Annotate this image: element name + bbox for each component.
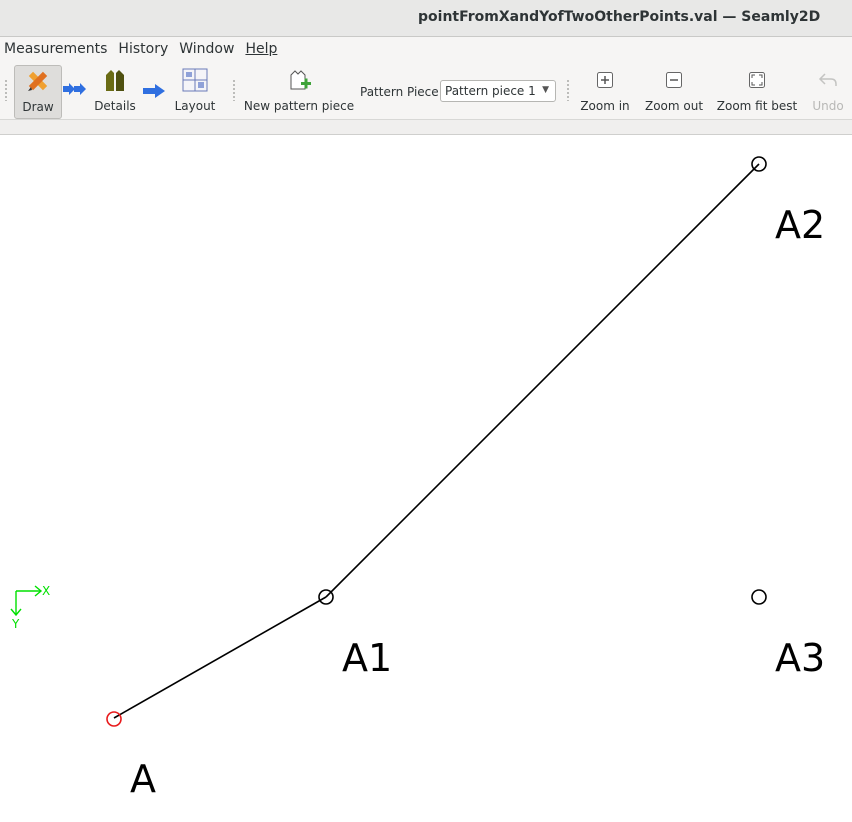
pencil-ruler-icon bbox=[25, 66, 51, 96]
point-label-a2[interactable]: A2 bbox=[775, 203, 825, 247]
chevron-down-icon: ▼ bbox=[542, 85, 549, 95]
undo-icon bbox=[817, 65, 839, 95]
zoom-fit-best-button[interactable]: Zoom fit best bbox=[716, 65, 798, 117]
double-arrow-icon bbox=[63, 81, 87, 100]
point-label-a3[interactable]: A3 bbox=[775, 636, 825, 680]
toolbar-handle[interactable] bbox=[232, 79, 236, 101]
menu-history[interactable]: History bbox=[114, 41, 175, 57]
details-label: Details bbox=[94, 99, 136, 113]
menu-window[interactable]: Window bbox=[175, 41, 241, 57]
zoom-fit-best-label: Zoom fit best bbox=[716, 99, 798, 113]
pattern-piece-select[interactable]: Pattern piece 1 ▼ bbox=[440, 80, 556, 102]
draw-button[interactable]: Draw bbox=[14, 65, 62, 119]
line-a-a1[interactable] bbox=[113, 596, 327, 719]
zoom-in-icon bbox=[596, 65, 614, 95]
draw-label: Draw bbox=[22, 100, 54, 114]
line-a1-a2[interactable] bbox=[325, 163, 760, 598]
toolbar-handle[interactable] bbox=[4, 79, 8, 101]
window-titlebar: pointFromXandYofTwoOtherPoints.val — Sea… bbox=[0, 0, 852, 37]
new-pattern-piece-button[interactable]: New pattern piece bbox=[243, 65, 355, 117]
drawing-canvas[interactable]: A A1 A2 A3 X Y bbox=[0, 134, 852, 818]
layout-icon bbox=[182, 65, 208, 95]
menu-help[interactable]: Help bbox=[241, 41, 284, 57]
pattern-drawing[interactable]: A A1 A2 A3 X Y bbox=[0, 134, 852, 818]
point-label-a1[interactable]: A1 bbox=[342, 636, 392, 680]
toolbar-separator bbox=[0, 119, 852, 135]
pattern-piece-label: Pattern Piece: bbox=[360, 85, 443, 99]
new-pattern-piece-icon bbox=[286, 65, 312, 95]
layout-button[interactable]: Layout bbox=[172, 65, 218, 117]
menu-measurements[interactable]: Measurements bbox=[0, 41, 114, 57]
point-label-a[interactable]: A bbox=[130, 757, 156, 801]
arrow-right-icon bbox=[143, 83, 165, 102]
axis-y-label: Y bbox=[11, 617, 20, 631]
origin-axis-icon: X Y bbox=[10, 584, 50, 631]
zoom-fit-icon bbox=[748, 65, 766, 95]
undo-button[interactable]: Undo bbox=[810, 65, 846, 117]
zoom-in-button[interactable]: Zoom in bbox=[580, 65, 630, 117]
point-a[interactable] bbox=[106, 711, 122, 727]
toolbar-handle[interactable] bbox=[566, 79, 570, 101]
point-a3[interactable] bbox=[751, 589, 767, 605]
zoom-in-label: Zoom in bbox=[580, 99, 630, 113]
zoom-out-icon bbox=[665, 65, 683, 95]
garment-details-icon bbox=[102, 65, 128, 95]
details-button[interactable]: Details bbox=[92, 65, 138, 117]
undo-label: Undo bbox=[812, 99, 844, 113]
window-title: pointFromXandYofTwoOtherPoints.val — Sea… bbox=[418, 9, 821, 25]
axis-x-label: X bbox=[42, 584, 50, 598]
toolbar: Draw Details Layout New pattern piece Pa… bbox=[0, 61, 852, 119]
zoom-out-label: Zoom out bbox=[644, 99, 704, 113]
pattern-piece-value: Pattern piece 1 bbox=[445, 84, 536, 98]
new-pattern-piece-label: New pattern piece bbox=[243, 99, 355, 113]
menu-bar: Measurements History Window Help bbox=[0, 37, 852, 61]
zoom-out-button[interactable]: Zoom out bbox=[644, 65, 704, 117]
layout-label: Layout bbox=[174, 99, 216, 113]
